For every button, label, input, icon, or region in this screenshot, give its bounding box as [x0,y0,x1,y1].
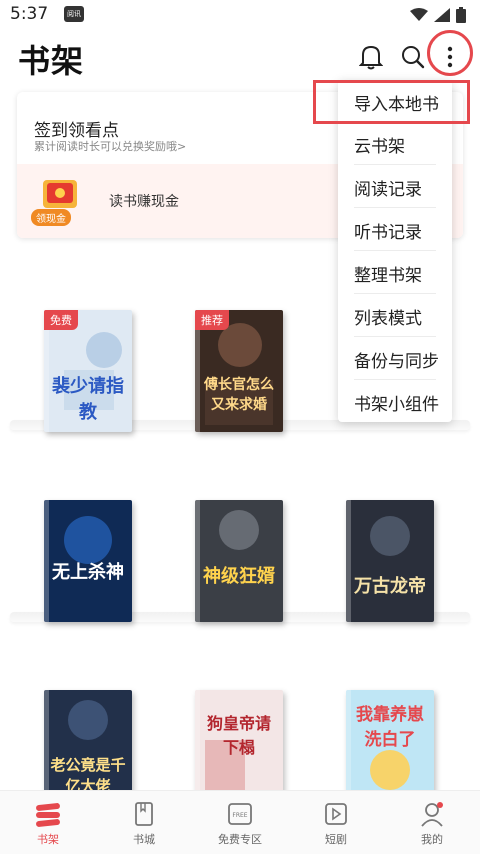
import-local-book-highlight [313,80,470,124]
nav-mine[interactable]: 我的 [384,791,480,854]
menu-item-cloud-shelf[interactable]: 云书架 [338,122,452,165]
menu-item-organize-shelf[interactable]: 整理书架 [338,251,452,294]
search-button[interactable] [396,40,430,74]
book-cover[interactable]: 免费 裴少请指教 [44,310,132,432]
play-icon [325,803,347,825]
nav-short-drama[interactable]: 短剧 [288,791,384,854]
cover-art [219,510,259,550]
battery-icon [456,7,466,23]
notification-button[interactable] [354,40,388,74]
book-title: 傅长官怎么又来求婚 [204,377,274,413]
page-title: 书架 [18,42,85,80]
book-title: 裴少请指教 [52,376,124,423]
nav-free-zone[interactable]: FREE 免费专区 [192,791,288,854]
bottom-nav: 书架 书城 FREE 免费专区 短剧 我的 [0,790,480,854]
app-notification-icon: 阅讯 [64,6,84,22]
nav-label: 书架 [37,833,59,846]
nav-bookstore[interactable]: 书城 [96,791,192,854]
get-cash-badge: 领现金 [31,209,71,226]
menu-item-list-mode[interactable]: 列表模式 [338,294,452,337]
cover-art [370,516,410,556]
menu-item-shelf-widget[interactable]: 书架小组件 [338,380,452,423]
book-title: 狗皇帝请下榻 [206,714,271,757]
wifi-icon [410,8,428,21]
nav-label: 书城 [133,833,155,846]
svg-text:FREE: FREE [232,812,247,819]
nav-bookshelf[interactable]: 书架 [0,791,96,854]
overflow-menu: 导入本地书 云书架 阅读记录 听书记录 整理书架 列表模式 备份与同步 书架小组… [338,80,452,422]
menu-item-listening-history[interactable]: 听书记录 [338,208,452,251]
sign-in-subtitle[interactable]: 累计阅读时长可以兑换奖励哦> [34,138,186,154]
book-tag: 推荐 [195,310,229,330]
nav-label: 短剧 [325,833,347,846]
bookshelf-icon [36,803,60,827]
bell-icon [359,45,383,70]
search-icon [402,46,425,69]
book-cover[interactable]: 推荐 傅长官怎么又来求婚 [195,310,283,432]
book-icon [135,802,153,826]
status-time: 5:37 [10,4,49,24]
book-title: 无上杀神 [52,562,124,583]
book-title: 我靠养崽洗白了 [356,705,424,750]
menu-item-reading-history[interactable]: 阅读记录 [338,165,452,208]
book-tag: 免费 [44,310,78,330]
book-cover[interactable]: 神级狂婿 [195,500,283,622]
more-button-highlight [427,30,473,76]
book-title: 万古龙帝 [354,576,426,597]
book-cover[interactable]: 无上杀神 [44,500,132,622]
book-cover[interactable]: 万古龙帝 [346,500,434,622]
user-icon [421,802,443,827]
status-bar: 5:37 阅讯 [0,0,480,30]
nav-label: 免费专区 [218,833,262,846]
status-icons [410,5,466,25]
nav-label: 我的 [421,833,443,846]
earn-cash-label: 读书赚现金 [109,194,179,210]
signal-icon [434,8,450,22]
free-icon: FREE [228,803,252,825]
menu-item-backup-sync[interactable]: 备份与同步 [338,337,452,380]
book-title: 神级狂婿 [203,566,275,587]
